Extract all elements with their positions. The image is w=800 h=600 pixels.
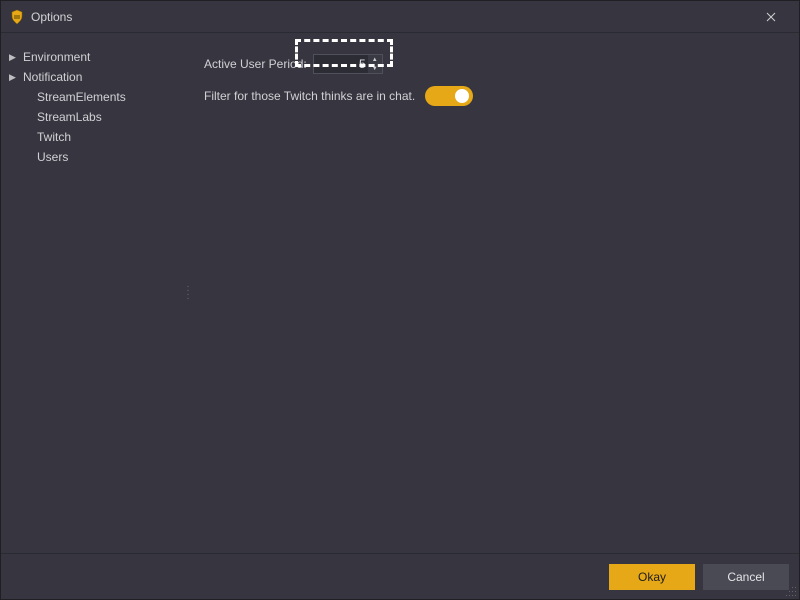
sidebar-item-streamelements[interactable]: StreamElements	[1, 87, 186, 107]
active-user-period-field: ▲ ▼	[313, 54, 383, 74]
spin-down-button[interactable]: ▼	[368, 64, 382, 73]
sidebar-item-environment[interactable]: ▶ Environment	[1, 47, 186, 67]
sidebar-item-notification[interactable]: ▶ Notification	[1, 67, 186, 87]
cancel-button-label: Cancel	[727, 570, 764, 584]
sidebar-item-label: StreamElements	[37, 90, 126, 104]
sidebar-item-label: Environment	[23, 50, 90, 64]
sidebar-item-label: Notification	[23, 70, 82, 84]
sidebar-item-twitch[interactable]: Twitch	[1, 127, 186, 147]
window-body: ▶ Environment ▶ Notification StreamEleme…	[1, 33, 799, 553]
settings-panel: Active User Period: ▲ ▼ Filter for those…	[190, 33, 799, 553]
options-window: Options ▶ Environment ▶ Notification Str…	[0, 0, 800, 600]
sidebar-item-label: Users	[37, 150, 68, 164]
filter-chat-label: Filter for those Twitch thinks are in ch…	[204, 89, 415, 103]
okay-button[interactable]: Okay	[609, 564, 695, 590]
window-title: Options	[31, 10, 72, 24]
filter-chat-row: Filter for those Twitch thinks are in ch…	[204, 83, 779, 109]
toggle-knob	[455, 89, 469, 103]
okay-button-label: Okay	[638, 570, 666, 584]
spin-up-button[interactable]: ▲	[368, 55, 382, 64]
sidebar-item-label: Twitch	[37, 130, 71, 144]
chevron-right-icon: ▶	[9, 52, 19, 63]
active-user-period-label: Active User Period:	[204, 57, 307, 71]
cancel-button[interactable]: Cancel	[703, 564, 789, 590]
active-user-period-row: Active User Period: ▲ ▼	[204, 51, 779, 77]
titlebar: Options	[1, 1, 799, 33]
filter-chat-toggle[interactable]	[425, 86, 473, 106]
close-button[interactable]	[751, 1, 791, 33]
sidebar-item-users[interactable]: Users	[1, 147, 186, 167]
sidebar: ▶ Environment ▶ Notification StreamEleme…	[1, 33, 186, 553]
app-icon	[9, 9, 25, 25]
chevron-right-icon: ▶	[9, 72, 19, 83]
sidebar-item-label: StreamLabs	[37, 110, 102, 124]
sidebar-item-streamlabs[interactable]: StreamLabs	[1, 107, 186, 127]
dialog-footer: Okay Cancel ·········	[1, 553, 799, 599]
